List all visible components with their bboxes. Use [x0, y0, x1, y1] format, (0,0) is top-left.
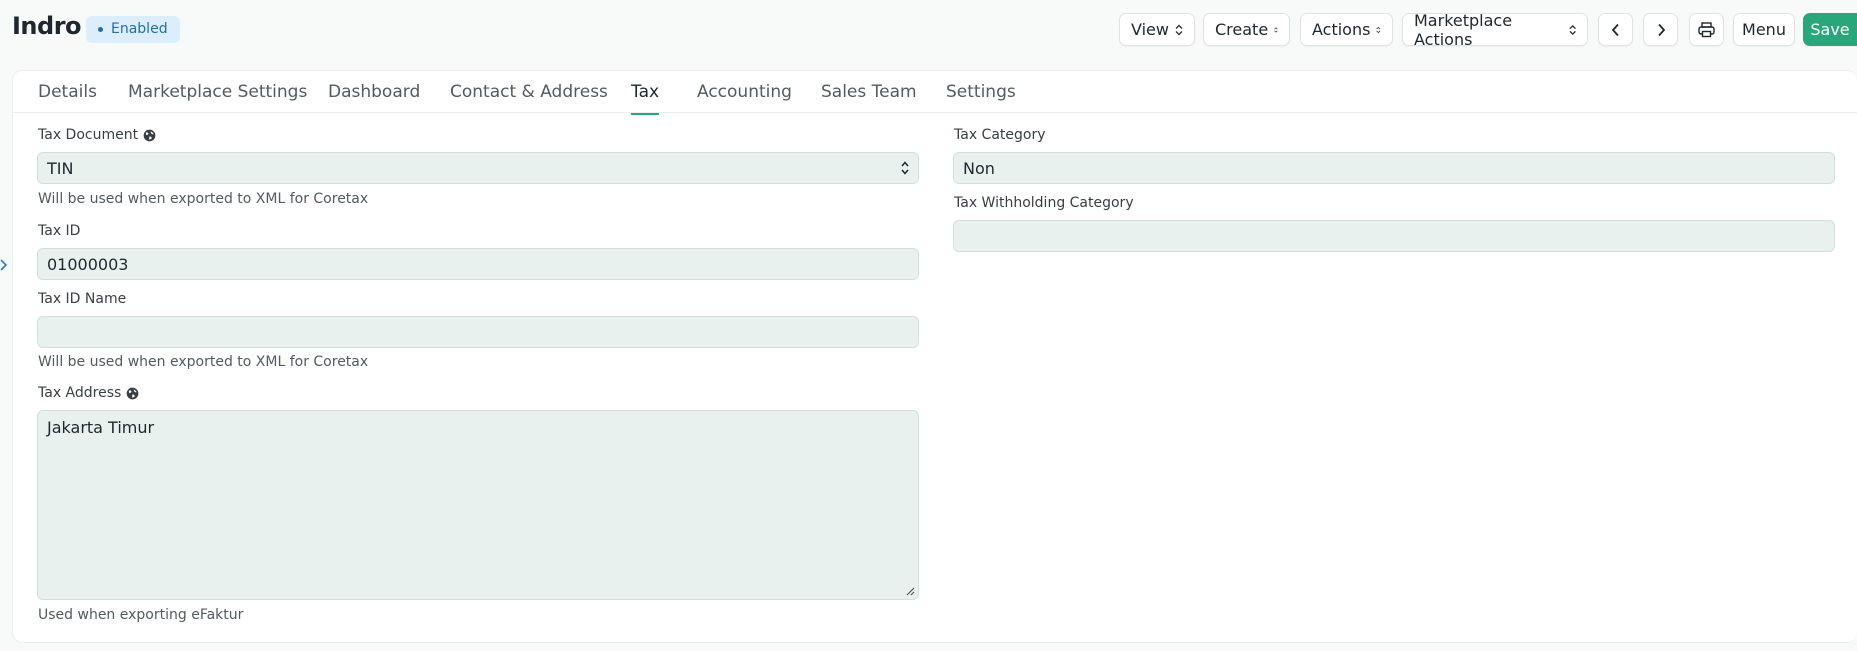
select-arrows-icon [1376, 26, 1381, 33]
menu-button[interactable]: Menu [1733, 13, 1795, 46]
status-dot-icon [98, 27, 103, 32]
page-title: Indro [12, 12, 82, 40]
status-badge-label: Enabled [111, 21, 168, 37]
view-button-label: View [1131, 20, 1169, 39]
form-card: Details Marketplace Settings Dashboard C… [12, 70, 1857, 643]
status-badge: Enabled [86, 16, 180, 43]
tab-tax[interactable]: Tax [631, 82, 660, 115]
tab-details[interactable]: Details [38, 82, 97, 102]
tax-category-input[interactable]: Non [953, 152, 1835, 184]
tax-document-label-text: Tax Document [38, 127, 139, 143]
tax-id-name-label-text: Tax ID Name [38, 291, 127, 307]
save-button[interactable]: Save [1803, 13, 1857, 46]
tab-settings[interactable]: Settings [946, 82, 1016, 102]
tax-id-name-input[interactable] [37, 316, 919, 348]
view-button[interactable]: View [1119, 13, 1195, 46]
tab-sales-team[interactable]: Sales Team [821, 82, 917, 102]
tax-id-label: Tax ID [38, 223, 80, 239]
marketplace-actions-label: Marketplace Actions [1414, 10, 1513, 49]
tax-address-label-text: Tax Address [38, 385, 122, 401]
tax-address-value: Jakarta Timur [47, 418, 155, 437]
tax-withholding-category-input[interactable] [953, 220, 1835, 252]
globe-icon [126, 387, 139, 399]
printer-icon [1698, 21, 1715, 37]
tax-id-input[interactable]: 01000003 [37, 248, 919, 280]
tax-withholding-category-label: Tax Withholding Category [954, 195, 1134, 211]
previous-button[interactable] [1598, 13, 1633, 46]
page-header: Indro Enabled View Create Actions Market… [0, 0, 1857, 58]
tab-contact-address[interactable]: Contact & Address [450, 82, 608, 102]
tab-marketplace-settings[interactable]: Marketplace Settings [128, 82, 307, 102]
tax-id-name-label: Tax ID Name [38, 291, 126, 307]
tax-address-help: Used when exporting eFaktur [38, 607, 244, 623]
tax-document-value: TIN [47, 158, 74, 178]
create-button[interactable]: Create [1203, 13, 1290, 46]
tax-withholding-category-label-text: Tax Withholding Category [954, 195, 1134, 211]
globe-icon [143, 129, 156, 141]
select-arrows-icon [901, 161, 909, 175]
chevron-left-icon [1611, 23, 1619, 36]
actions-button[interactable]: Actions [1300, 13, 1393, 46]
tax-category-value: Non [963, 158, 995, 178]
tax-category-label: Tax Category [954, 127, 1046, 143]
tab-accounting[interactable]: Accounting [697, 82, 792, 102]
tax-id-name-help: Will be used when exported to XML for Co… [38, 354, 369, 370]
tax-address-label: Tax Address [38, 385, 139, 401]
tab-bar: Details Marketplace Settings Dashboard C… [13, 71, 1857, 115]
tab-dashboard[interactable]: Dashboard [328, 82, 420, 102]
tax-id-value: 01000003 [47, 254, 129, 274]
print-button[interactable] [1689, 13, 1724, 46]
tax-address-textarea[interactable]: Jakarta Timur [37, 410, 919, 600]
tax-document-select[interactable]: TIN [37, 152, 919, 184]
tax-category-label-text: Tax Category [954, 127, 1046, 143]
create-button-label: Create [1215, 20, 1269, 39]
sidebar-toggle-icon[interactable] [0, 258, 8, 272]
select-arrows-icon [1274, 26, 1278, 33]
save-button-label: Save [1810, 20, 1850, 39]
resize-handle-icon[interactable] [905, 586, 915, 596]
select-arrows-icon [1175, 24, 1183, 35]
select-arrows-icon [1569, 24, 1576, 35]
tax-document-label: Tax Document [38, 127, 156, 143]
actions-button-label: Actions [1312, 20, 1371, 39]
tax-document-help: Will be used when exported to XML for Co… [38, 191, 369, 207]
next-button[interactable] [1643, 13, 1678, 46]
marketplace-actions-button[interactable]: Marketplace Actions [1402, 10, 1588, 49]
menu-button-label: Menu [1742, 20, 1786, 39]
chevron-right-icon [1657, 23, 1665, 36]
tax-id-label-text: Tax ID [38, 223, 81, 239]
